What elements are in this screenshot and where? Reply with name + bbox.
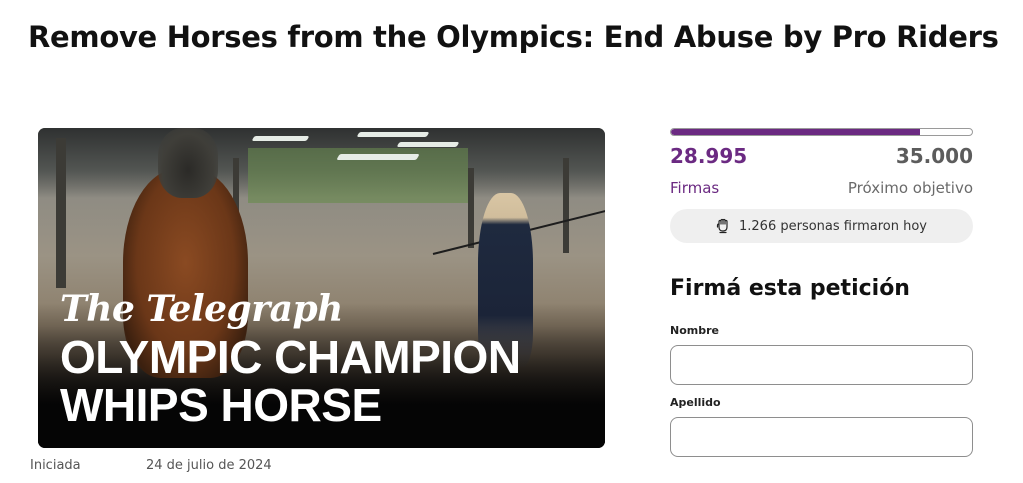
signed-today-text: 1.266 personas firmaron hoy: [739, 218, 927, 234]
media-brand-logo: The Telegraph: [60, 288, 343, 330]
petition-started: Iniciada 24 de julio de 2024: [30, 458, 272, 473]
last-name-label: Apellido: [670, 396, 721, 409]
skylight: [251, 136, 310, 141]
signature-goal: 35.000: [895, 144, 973, 168]
signature-progress-fill: [671, 129, 921, 135]
skylight: [356, 132, 430, 137]
fist-icon: [716, 218, 728, 234]
skylight: [396, 142, 460, 147]
skylight: [336, 154, 420, 160]
signature-count-label: Firmas: [670, 179, 720, 197]
sign-form-title: Firmá esta petición: [670, 276, 910, 301]
media-headline: OLYMPIC CHAMPION WHIPS HORSE: [60, 333, 521, 429]
started-label: Iniciada: [30, 458, 81, 473]
last-name-input[interactable]: [670, 417, 973, 457]
petition-media-image: The Telegraph OLYMPIC CHAMPION WHIPS HOR…: [38, 128, 605, 448]
rider-figure: [158, 128, 218, 198]
signed-today-pill: 1.266 personas firmaron hoy: [670, 209, 973, 243]
signature-count: 28.995: [670, 144, 748, 168]
arena-beam: [468, 168, 474, 248]
signature-progress-bar: [670, 128, 973, 136]
petition-title: Remove Horses from the Olympics: End Abu…: [28, 20, 999, 54]
media-headline-line1: OLYMPIC CHAMPION: [60, 331, 521, 383]
started-date: 24 de julio de 2024: [146, 458, 272, 473]
signature-goal-label: Próximo objetivo: [847, 179, 973, 197]
first-name-input[interactable]: [670, 345, 973, 385]
arena-beam: [563, 158, 569, 253]
media-headline-line2: WHIPS HORSE: [60, 379, 382, 431]
first-name-label: Nombre: [670, 324, 719, 337]
arena-beam: [56, 138, 66, 288]
